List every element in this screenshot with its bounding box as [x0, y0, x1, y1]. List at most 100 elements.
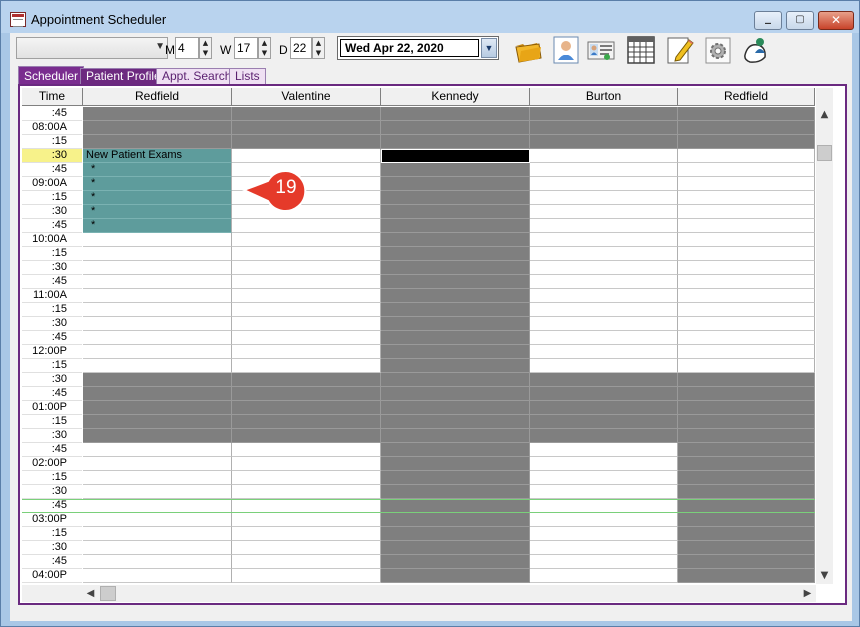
time-slot-cell[interactable] [83, 555, 232, 569]
date-dropdown-button[interactable]: ▼ [481, 38, 497, 58]
time-slot-cell[interactable] [678, 107, 815, 121]
time-slot-cell[interactable] [232, 513, 381, 527]
time-slot-cell[interactable] [678, 289, 815, 303]
time-slot-cell[interactable] [232, 261, 381, 275]
time-slot-cell[interactable] [530, 191, 678, 205]
time-slot-cell[interactable] [530, 359, 678, 373]
tab-patient-profile[interactable]: Patient Profile [80, 68, 167, 84]
time-slot-cell[interactable] [232, 345, 381, 359]
time-slot-cell[interactable] [381, 471, 530, 485]
time-slot-cell[interactable] [678, 345, 815, 359]
time-slot-cell[interactable] [530, 443, 678, 457]
time-slot-cell[interactable] [83, 499, 232, 513]
week-spinner[interactable]: 17 ▲ ▼ [234, 37, 271, 59]
time-slot-cell[interactable] [530, 373, 678, 387]
maximize-button[interactable]: ▢ [786, 11, 814, 30]
time-slot-cell[interactable] [232, 373, 381, 387]
date-picker[interactable]: Wed Apr 22, 2020 ▼ [337, 36, 499, 60]
time-slot-cell[interactable] [530, 331, 678, 345]
time-slot-cell[interactable] [232, 541, 381, 555]
time-slot-cell[interactable] [83, 527, 232, 541]
time-slot-cell[interactable] [381, 331, 530, 345]
time-slot-cell[interactable] [381, 205, 530, 219]
time-slot-cell[interactable] [678, 135, 815, 149]
time-slot-cell[interactable] [381, 317, 530, 331]
time-slot-cell[interactable] [381, 541, 530, 555]
scroll-down-icon[interactable]: ▼ [816, 567, 833, 584]
time-slot-cell[interactable] [381, 219, 530, 233]
time-slot-cell[interactable] [678, 569, 815, 583]
time-slot-cell[interactable] [232, 275, 381, 289]
time-slot-cell[interactable] [530, 429, 678, 443]
time-slot-cell[interactable] [83, 317, 232, 331]
vertical-scroll-thumb[interactable] [817, 145, 832, 161]
time-slot-cell[interactable] [678, 219, 815, 233]
schedule-grid[interactable]: Time Redfield Valentine Kennedy Burton R… [22, 88, 815, 584]
tab-lists[interactable]: Lists [229, 68, 266, 84]
provider-button[interactable] [551, 35, 581, 65]
date-field[interactable]: Wed Apr 22, 2020 [340, 39, 479, 57]
time-slot-cell[interactable] [678, 149, 815, 163]
time-slot-cell[interactable] [530, 345, 678, 359]
time-slot-cell[interactable] [678, 331, 815, 345]
time-slot-cell[interactable] [381, 401, 530, 415]
time-slot-cell[interactable] [678, 261, 815, 275]
time-slot-cell[interactable] [381, 149, 530, 163]
time-slot-cell[interactable] [530, 499, 678, 513]
provider-column-header[interactable]: Kennedy [381, 88, 530, 106]
time-slot-cell[interactable] [678, 527, 815, 541]
time-slot-cell[interactable] [530, 415, 678, 429]
time-slot-cell[interactable] [530, 149, 678, 163]
time-slot-cell[interactable] [678, 541, 815, 555]
time-slot-cell[interactable] [678, 471, 815, 485]
time-slot-cell[interactable] [381, 121, 530, 135]
time-slot-cell[interactable] [530, 275, 678, 289]
time-slot-cell[interactable] [530, 163, 678, 177]
time-slot-cell[interactable] [678, 247, 815, 261]
time-slot-cell[interactable] [232, 121, 381, 135]
time-slot-cell[interactable] [678, 513, 815, 527]
time-column-header[interactable]: Time [22, 88, 83, 106]
time-slot-cell[interactable] [530, 555, 678, 569]
time-slot-cell[interactable] [232, 429, 381, 443]
time-slot-cell[interactable] [232, 359, 381, 373]
time-slot-cell[interactable] [381, 191, 530, 205]
time-slot-cell[interactable] [530, 121, 678, 135]
time-slot-cell[interactable] [530, 471, 678, 485]
time-slot-cell[interactable] [83, 373, 232, 387]
time-slot-cell[interactable] [232, 317, 381, 331]
time-slot-cell[interactable] [83, 247, 232, 261]
time-slot-cell[interactable] [83, 387, 232, 401]
time-slot-cell[interactable] [83, 345, 232, 359]
time-slot-cell[interactable] [232, 527, 381, 541]
time-slot-cell[interactable] [381, 499, 530, 513]
appointment-block[interactable]: * [83, 205, 232, 219]
time-slot-cell[interactable] [678, 359, 815, 373]
time-slot-cell[interactable] [678, 429, 815, 443]
time-slot-cell[interactable] [232, 149, 381, 163]
day-spinner[interactable]: 22 ▲ ▼ [290, 37, 325, 59]
time-slot-cell[interactable] [232, 135, 381, 149]
spin-up-icon[interactable]: ▲ [313, 38, 324, 48]
appointment-block[interactable]: * [83, 163, 232, 177]
time-slot-cell[interactable] [530, 485, 678, 499]
time-slot-cell[interactable] [678, 317, 815, 331]
time-slot-cell[interactable] [678, 205, 815, 219]
time-slot-cell[interactable] [530, 387, 678, 401]
time-slot-cell[interactable] [381, 373, 530, 387]
appointment-block[interactable]: New Patient Exams [83, 149, 232, 163]
time-slot-cell[interactable] [530, 527, 678, 541]
time-slot-cell[interactable] [381, 233, 530, 247]
time-slot-cell[interactable] [232, 387, 381, 401]
minimize-button[interactable]: _ [754, 10, 782, 30]
close-button[interactable]: ✕ [818, 11, 854, 30]
time-slot-cell[interactable] [232, 415, 381, 429]
patient-card-button[interactable] [586, 35, 616, 65]
time-slot-cell[interactable] [232, 499, 381, 513]
provider-column-header[interactable]: Redfield [678, 88, 815, 106]
time-slot-cell[interactable] [83, 303, 232, 317]
time-slot-cell[interactable] [678, 275, 815, 289]
time-slot-cell[interactable] [83, 275, 232, 289]
time-slot-cell[interactable] [83, 443, 232, 457]
spin-down-icon[interactable]: ▼ [313, 48, 324, 58]
